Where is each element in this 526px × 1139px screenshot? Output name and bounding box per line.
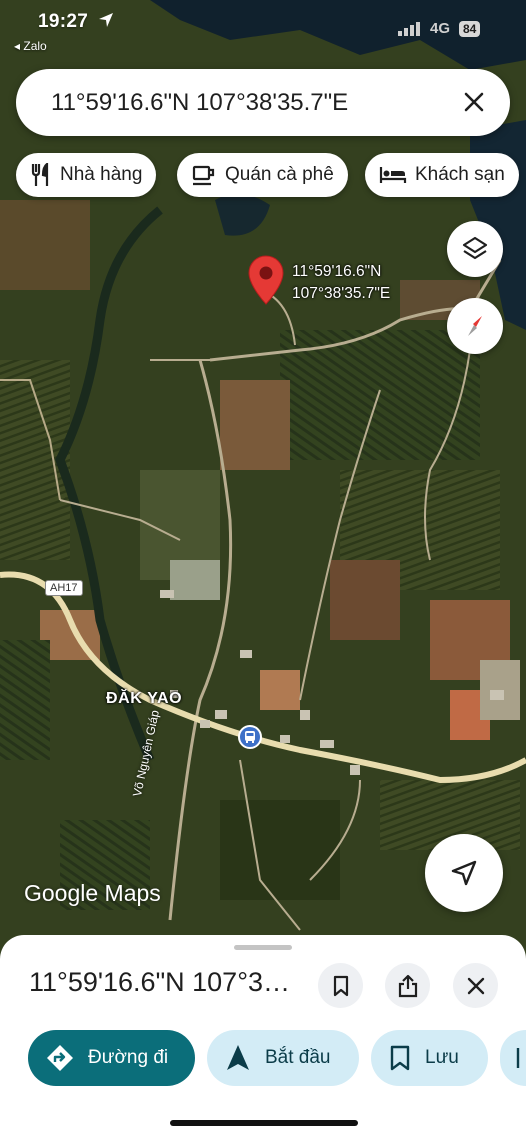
compass-button[interactable] <box>447 298 503 354</box>
pin-longitude: 107°38'35.7"E <box>292 285 391 302</box>
start-label: Bắt đầu <box>265 1047 331 1068</box>
chip-coffee[interactable]: Quán cà phê <box>177 153 348 197</box>
hotel-icon <box>379 164 407 186</box>
close-icon <box>467 977 484 994</box>
start-navigation-button[interactable]: Bắt đầu <box>207 1030 359 1086</box>
satellite-imagery <box>0 0 526 960</box>
bookmark-icon <box>333 975 348 996</box>
share-icon <box>398 974 417 997</box>
google-maps-watermark: Google Maps <box>24 880 161 906</box>
save-bookmark-button[interactable] <box>318 963 363 1008</box>
search-bar[interactable]: 11°59'16.6"N 107°38'35.7"E <box>16 69 510 136</box>
chip-hotels[interactable]: Khách sạn <box>365 153 519 197</box>
town-label: ĐĂK YAO <box>106 690 183 707</box>
network-type: 4G <box>430 20 451 37</box>
satellite-map[interactable]: 11°59'16.6"N 107°38'35.7"E AH17 ĐĂK YAO … <box>0 0 526 960</box>
location-pin-icon[interactable] <box>247 254 285 306</box>
status-time: 19:27 <box>38 11 89 32</box>
home-indicator[interactable] <box>170 1120 358 1126</box>
pin-latitude: 11°59'16.6"N <box>292 263 382 280</box>
location-arrow-icon <box>99 13 113 27</box>
save-label: Lưu <box>425 1047 459 1068</box>
share-button[interactable] <box>385 963 430 1008</box>
signal-icon <box>398 22 420 36</box>
restaurant-icon <box>30 163 52 187</box>
navigation-arrow-icon <box>451 860 477 886</box>
layers-button[interactable] <box>447 221 503 277</box>
more-icon <box>516 1048 520 1068</box>
layers-icon <box>462 236 488 260</box>
bookmark-icon <box>389 1045 411 1071</box>
chip-label: Nhà hàng <box>60 164 143 185</box>
search-query[interactable]: 11°59'16.6"N 107°38'35.7"E <box>51 89 348 117</box>
pin-coordinates-label: 11°59'16.6"N 107°38'35.7"E <box>292 261 390 305</box>
close-sheet-button[interactable] <box>453 963 498 1008</box>
place-title: 11°59'16.6"N 107°38'35.7"E <box>29 967 301 997</box>
compass-icon <box>468 316 482 336</box>
navigation-icon <box>225 1044 251 1072</box>
back-to-app-link[interactable]: ◂ Zalo <box>14 39 47 53</box>
bus-stop-icon[interactable] <box>238 725 262 749</box>
chip-label: Quán cà phê <box>225 164 334 185</box>
chip-label: Khách sạn <box>415 164 505 185</box>
coffee-icon <box>191 163 217 187</box>
my-location-button[interactable] <box>425 834 503 912</box>
drag-handle[interactable] <box>234 945 292 950</box>
save-button[interactable]: Lưu <box>371 1030 488 1086</box>
more-actions-button[interactable] <box>500 1030 526 1086</box>
chip-restaurants[interactable]: Nhà hàng <box>16 153 157 197</box>
directions-icon <box>46 1044 74 1072</box>
directions-button[interactable]: Đường đi <box>28 1030 195 1086</box>
close-icon[interactable] <box>462 90 486 114</box>
place-bottom-sheet[interactable]: 11°59'16.6"N 107°38'35.7"E Đường đi Bắt … <box>0 935 526 1139</box>
route-shield: AH17 <box>45 580 83 596</box>
directions-label: Đường đi <box>88 1047 169 1068</box>
status-bar: 19:27 ◂ Zalo 4G 84 <box>0 8 526 53</box>
battery-level: 84 <box>459 21 481 37</box>
